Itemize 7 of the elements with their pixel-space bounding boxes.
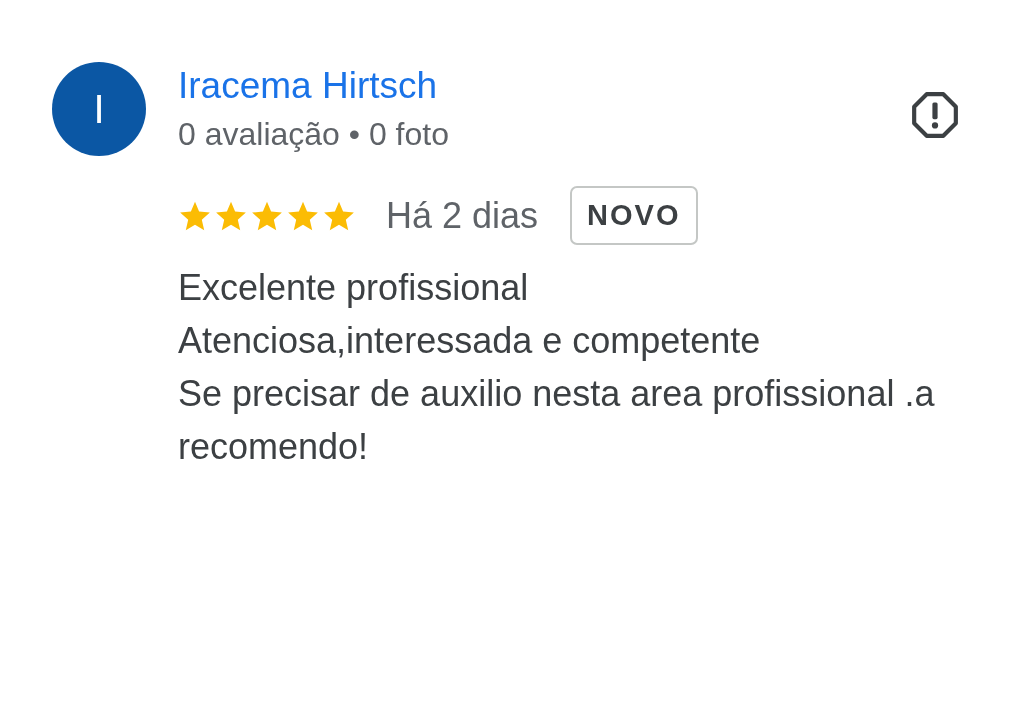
author-stats: 0 avaliação • 0 foto [178,115,450,154]
report-icon[interactable] [910,90,960,140]
review-text: Excelente profissional Atenciosa,interessada e competente Se precisar de auxilio nesta area profissional .a recomendo! [178,266,936,469]
author-name[interactable]: Iracema Hirtsch [178,62,910,110]
review-date: Há 2 dias [386,194,539,237]
new-badge: NOVO [570,186,698,245]
avatar[interactable]: I [52,62,146,156]
